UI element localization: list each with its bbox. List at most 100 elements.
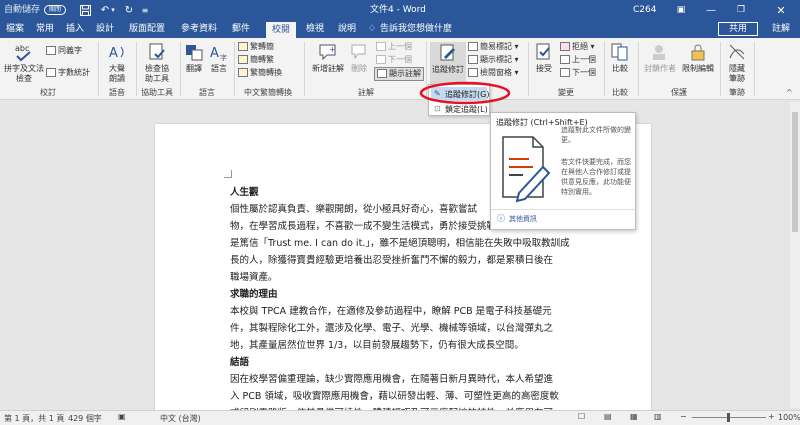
vertical-scrollbar[interactable] [790, 102, 800, 408]
translate-label: 翻譯 [186, 64, 202, 73]
doc-paragraph-line[interactable]: 職場資產。 [230, 269, 650, 286]
doc-paragraph-line[interactable]: 地，其產量居然位世界 1/3，以目前發展趨勢下，仍有很大成長空間。 [230, 337, 650, 354]
translate-button[interactable]: 翻譯 [182, 42, 206, 74]
comments-button[interactable]: 註解 [764, 20, 798, 38]
to-simplified-button[interactable]: 繁轉簡 [238, 42, 274, 52]
doc-paragraph-line[interactable]: 件，其製程除化工外，還涉及化學、電子、光學、機械等領域，以台灣彈丸之 [230, 320, 650, 337]
show-markup-button[interactable]: 顯示標記 ▾ [468, 55, 519, 65]
block-authors-icon [653, 45, 665, 60]
reject-button[interactable]: 拒絕 ▾ [560, 42, 595, 52]
delete-comment-button[interactable]: 刪除 [348, 42, 370, 74]
show-markup-label: 顯示標記 [480, 55, 512, 64]
ribbon-display-icon[interactable]: ▣ [670, 0, 692, 20]
share-button[interactable]: 共用 [718, 22, 758, 36]
language-status[interactable]: 中文 (台灣) [160, 413, 201, 424]
group-ink-label: 筆跡 [729, 88, 745, 97]
window-title: 文件4 - Word [370, 5, 426, 15]
tab-file[interactable]: 檔案 [2, 20, 28, 38]
to-simplified-label: 繁轉簡 [250, 42, 274, 51]
tab-help[interactable]: 說明 [334, 20, 360, 38]
zoom-level[interactable]: 100% [778, 413, 800, 422]
tab-home[interactable]: 常用 [32, 20, 58, 38]
group-chinese-label: 中文繁簡轉換 [244, 88, 292, 97]
close-icon[interactable]: ✕ [770, 0, 792, 20]
tell-me-search[interactable]: 告訴我您想做什麼 [380, 20, 530, 38]
read-aloud-label: 大聲 朗讀 [109, 64, 125, 83]
tab-references[interactable]: 參考資料 [176, 20, 222, 38]
tab-view[interactable]: 檢視 [302, 20, 328, 38]
prev-change-icon [560, 55, 570, 64]
tab-mailings[interactable]: 郵件 [228, 20, 254, 38]
minimize-icon[interactable]: — [700, 0, 722, 20]
tab-layout[interactable]: 版面配置 [124, 20, 170, 38]
new-comment-button[interactable]: + 新增註解 [310, 42, 346, 74]
restore-icon[interactable]: ❐ [730, 0, 752, 20]
group-proofing-label: 校訂 [40, 88, 56, 97]
zoom-slider-thumb[interactable] [727, 413, 730, 422]
print-layout-icon[interactable]: ▦ [630, 412, 638, 421]
reject-icon [560, 42, 570, 51]
compare-button[interactable]: 比較 [608, 42, 632, 74]
accept-button[interactable]: 接受 [532, 42, 556, 74]
page-count[interactable]: 第 1 頁，共 1 頁 [4, 413, 64, 424]
new-comment-label: 新增註解 [312, 64, 344, 73]
doc-heading[interactable]: 結語 [230, 354, 650, 371]
doc-paragraph-line[interactable]: 長的人，除獲得寶貴經驗更培養出忍受挫折奮鬥不懈的毅力，都是累積日後在 [230, 252, 650, 269]
tooltip-more-link[interactable]: 其他資訊 [509, 214, 537, 224]
doc-paragraph-line[interactable]: 是篤信「Trust me. I can do it.」，雖不是絕頂聰明，相信能在… [230, 235, 650, 252]
check-accessibility-button[interactable]: 檢查協 助工具 [140, 42, 174, 84]
to-traditional-button[interactable]: 簡轉繁 [238, 55, 274, 65]
word-count-button[interactable]: 字數統計 [46, 68, 90, 78]
markup-display-dropdown[interactable]: 簡易標記 ▾ [468, 42, 519, 52]
save-icon[interactable] [74, 0, 96, 20]
doc-paragraph-line[interactable]: 因在校學習偏重理論，缺少實際應用機會，在隨著日新月異時代，本人希望進 [230, 371, 650, 388]
redo-icon[interactable]: ↻ [118, 0, 140, 20]
spelling-label: 拼字及文法 檢查 [4, 64, 44, 83]
track-changes-tooltip: 追蹤修訂 (Ctrl+Shift+E) 追蹤對此文件所做的變更。 若文件快要完成… [490, 112, 636, 230]
status-bar: 第 1 頁，共 1 頁 429 個字 ▣ 中文 (台灣) ☐ ▤ ▦ ▥ − +… [0, 410, 800, 425]
next-change-button[interactable]: 下一個 [560, 68, 596, 78]
web-layout-icon[interactable]: ▥ [654, 412, 662, 421]
word-count[interactable]: 429 個字 [68, 413, 102, 424]
collapse-ribbon-icon[interactable]: ^ [786, 88, 793, 97]
zoom-in-icon[interactable]: + [768, 412, 775, 421]
prev-comment-button[interactable]: 上一個 [376, 42, 412, 52]
reviewing-pane-button[interactable]: 檢閱窗格 ▾ [468, 68, 519, 78]
spelling-button[interactable]: abc 拼字及文法 檢查 [4, 42, 44, 84]
restrict-editing-button[interactable]: 限制編輯 [680, 42, 716, 74]
thesaurus-button[interactable]: 同義字 [46, 46, 82, 56]
hide-ink-button[interactable]: 隱藏 筆跡 [724, 42, 750, 84]
next-comment-button[interactable]: 下一個 [376, 55, 412, 65]
show-comments-button[interactable]: 顯示註解 [374, 67, 424, 81]
doc-heading[interactable]: 求職的理由 [230, 286, 650, 303]
group-accessibility-label: 協助工具 [141, 88, 173, 97]
autosave-toggle[interactable]: 關閉 [44, 5, 66, 15]
prev-change-button[interactable]: 上一個 [560, 55, 596, 65]
user-name[interactable]: C264 [633, 0, 656, 20]
doc-paragraph-line[interactable]: 入 PCB 領域，吸收實際應用機會，藉以研發出輕、薄、可塑性更高的高密度軟 [230, 388, 650, 405]
markup-display-label: 簡易標記 [480, 42, 512, 51]
zoom-out-icon[interactable]: − [680, 412, 687, 421]
read-aloud-icon: A [109, 46, 124, 61]
group-protect-label: 保護 [671, 88, 687, 97]
tab-review[interactable]: 校閱 [266, 22, 296, 38]
read-aloud-button[interactable]: A 大聲 朗讀 [102, 42, 132, 84]
next-change-label: 下一個 [572, 68, 596, 77]
group-speech-label: 語音 [109, 88, 125, 97]
language-button[interactable]: A字 語言 [208, 42, 230, 74]
track-changes-button[interactable]: 追蹤修訂 [430, 42, 466, 84]
show-comments-label: 顯示註解 [389, 69, 421, 78]
scrollbar-thumb[interactable] [792, 112, 798, 232]
track-changes-icon [440, 44, 455, 61]
doc-paragraph-line[interactable]: 本校與 TPCA 建教合作，在適修及參訪過程中，瞭解 PCB 是電子科技基礎元 [230, 303, 650, 320]
customize-qat-icon[interactable]: ≡ [138, 0, 152, 20]
tab-insert[interactable]: 插入 [62, 20, 88, 38]
tab-design[interactable]: 設計 [92, 20, 118, 38]
ribbon: abc 拼字及文法 檢查 同義字 字數統計 校訂 A 大聲 朗讀 語音 檢查協 … [0, 38, 800, 100]
read-mode-icon[interactable]: ▤ [604, 412, 612, 421]
proofing-status-icon[interactable]: ▣ [118, 412, 126, 421]
undo-dropdown-icon[interactable]: ▾ [108, 0, 118, 20]
block-authors-button[interactable]: 封鎖作者 [642, 42, 678, 74]
focus-mode-icon[interactable]: ☐ [578, 412, 585, 421]
chinese-convert-button[interactable]: 繁簡轉換 [238, 68, 282, 78]
